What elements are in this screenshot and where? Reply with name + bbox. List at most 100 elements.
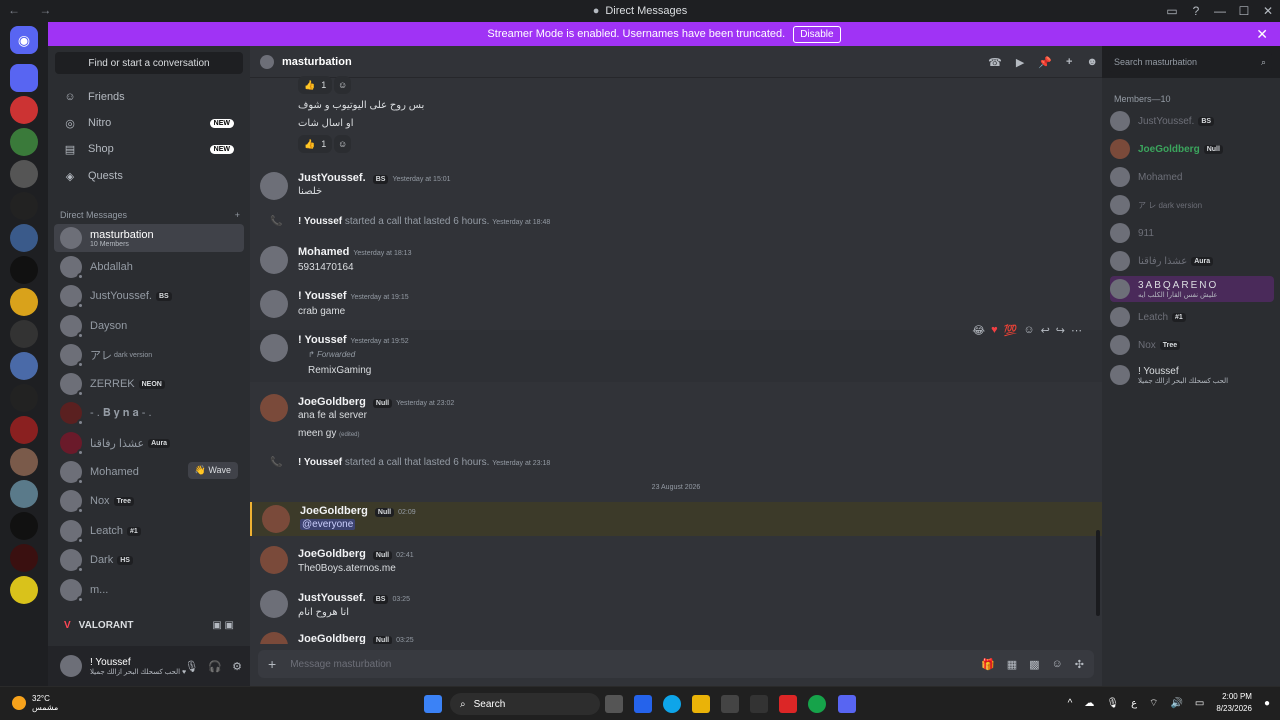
- pin-icon[interactable]: 📌: [1038, 56, 1052, 69]
- server-icon[interactable]: [10, 544, 38, 572]
- settings-icon[interactable]: ⚙: [232, 660, 242, 673]
- member-item[interactable]: 3ABQARENO عليش نفس القارا الكلب ايه: [1110, 276, 1274, 302]
- members-icon[interactable]: ☻: [1086, 56, 1098, 69]
- mention[interactable]: @everyone: [300, 519, 356, 530]
- add-attachment-icon[interactable]: +: [268, 656, 276, 672]
- dm-item[interactable]: Mohamed 👋 Wave: [54, 458, 244, 486]
- dm-item-masturbation[interactable]: masturbation 10 Members: [54, 224, 244, 252]
- sticker-icon[interactable]: ▩: [1029, 658, 1039, 671]
- disable-button[interactable]: Disable: [793, 25, 841, 43]
- history-nav[interactable]: ← →: [8, 3, 59, 17]
- server-icon[interactable]: [10, 320, 38, 348]
- find-conversation-input[interactable]: Find or start a conversation: [55, 52, 243, 74]
- network-icon[interactable]: ⌔: [1149, 697, 1158, 710]
- dm-item[interactable]: Dayson: [54, 312, 244, 340]
- copilot-icon[interactable]: [634, 695, 652, 713]
- member-item[interactable]: JoeGoldberg Null: [1110, 136, 1274, 162]
- clock[interactable]: 2:00 PM 8/23/2026: [1216, 691, 1252, 715]
- forward-icon[interactable]: ↪: [1056, 324, 1065, 337]
- avatar[interactable]: [260, 590, 288, 618]
- edge-icon[interactable]: [663, 695, 681, 713]
- apps-icon[interactable]: ✣: [1075, 658, 1084, 671]
- server-icon[interactable]: [10, 384, 38, 412]
- chrome-icon[interactable]: [808, 695, 826, 713]
- message-input[interactable]: + Message masturbation 🎁 ▦ ▩ ☺ ✣: [258, 650, 1094, 678]
- weather-widget[interactable]: 32°C مشمس: [12, 694, 58, 712]
- call-icon[interactable]: ☎: [988, 56, 1002, 69]
- minimize-button[interactable]: —: [1208, 4, 1232, 18]
- reply-icon[interactable]: ↩: [1041, 324, 1050, 337]
- taskbar-search[interactable]: ⌕ Search: [450, 693, 600, 715]
- mic-icon[interactable]: 🎙: [184, 660, 198, 673]
- server-icon[interactable]: [10, 192, 38, 220]
- app-icon[interactable]: [750, 695, 768, 713]
- avatar[interactable]: [260, 334, 288, 362]
- volume-icon[interactable]: 🔊: [1170, 698, 1182, 709]
- avatar[interactable]: [262, 505, 290, 533]
- add-friends-icon[interactable]: +: [1066, 56, 1072, 69]
- nav-nitro[interactable]: ◎ Nitro NEW: [54, 110, 244, 136]
- avatar[interactable]: [60, 655, 82, 677]
- server-icon[interactable]: [10, 416, 38, 444]
- video-icon[interactable]: ▶: [1016, 56, 1024, 69]
- avatar[interactable]: [260, 394, 288, 422]
- home-button[interactable]: ◉: [10, 26, 38, 54]
- cloud-icon[interactable]: ☁: [1084, 698, 1094, 709]
- discord-taskbar-icon[interactable]: [838, 695, 856, 713]
- reaction-pill[interactable]: 👍 1: [298, 135, 333, 153]
- server-icon[interactable]: [10, 448, 38, 476]
- member-item[interactable]: Mohamed: [1110, 164, 1274, 190]
- add-reaction-icon[interactable]: ☺: [334, 76, 352, 94]
- direct-messages-icon[interactable]: [10, 64, 38, 92]
- start-icon[interactable]: [424, 695, 442, 713]
- close-window-button[interactable]: ✕: [1256, 4, 1280, 18]
- wave-button[interactable]: 👋 Wave: [187, 462, 238, 479]
- server-icon[interactable]: [10, 128, 38, 156]
- server-icon[interactable]: [10, 480, 38, 508]
- dm-item[interactable]: Leatch #1: [54, 517, 244, 545]
- dm-item[interactable]: Dark HS: [54, 546, 244, 574]
- dm-item[interactable]: Nox Tree: [54, 487, 244, 515]
- file-explorer-icon[interactable]: [692, 695, 710, 713]
- laugh-reaction-icon[interactable]: 😂: [972, 324, 985, 337]
- server-icon[interactable]: [10, 512, 38, 540]
- member-item[interactable]: عشذا رفاقنا Aura: [1110, 248, 1274, 274]
- nav-shop[interactable]: ▤ Shop NEW: [54, 136, 244, 162]
- gift-icon[interactable]: 🎁: [981, 658, 995, 671]
- avatar[interactable]: [260, 290, 288, 318]
- dm-item[interactable]: - . 𝐁 𝐲 𝐧 𝐚 - .: [54, 399, 244, 427]
- member-item[interactable]: JustYoussef. BS: [1110, 108, 1274, 134]
- member-item[interactable]: Nox Tree: [1110, 332, 1274, 358]
- server-icon[interactable]: [10, 576, 38, 604]
- battery-icon[interactable]: ▭: [1195, 698, 1204, 709]
- server-icon[interactable]: [10, 352, 38, 380]
- server-icon[interactable]: [10, 96, 38, 124]
- mic-tray-icon[interactable]: 🎙: [1106, 698, 1119, 709]
- dm-item[interactable]: Abdallah: [54, 253, 244, 281]
- nav-quests[interactable]: ◈ Quests: [54, 163, 244, 189]
- headphones-icon[interactable]: 🎧: [208, 660, 222, 673]
- server-icon[interactable]: [10, 224, 38, 252]
- avatar[interactable]: [260, 546, 288, 574]
- help-icon[interactable]: ?: [1184, 4, 1208, 18]
- inbox-icon[interactable]: ▭: [1160, 4, 1184, 18]
- activity-controls-icon[interactable]: ▣ ▣: [212, 620, 234, 631]
- gif-icon[interactable]: ▦: [1007, 658, 1017, 671]
- chat-scrollbar[interactable]: [1096, 530, 1100, 616]
- taskview-icon[interactable]: [605, 695, 623, 713]
- store-icon[interactable]: [721, 695, 739, 713]
- member-item[interactable]: 911: [1110, 220, 1274, 246]
- server-icon[interactable]: [10, 160, 38, 188]
- reaction-pill[interactable]: 👍 1: [298, 76, 333, 94]
- more-icon[interactable]: ⋯: [1071, 324, 1082, 337]
- avatar[interactable]: [260, 172, 288, 200]
- member-item[interactable]: ! Youssef الحب كسحلك البحر ازالك جميلا: [1110, 362, 1274, 388]
- member-item[interactable]: Leatch #1: [1110, 304, 1274, 330]
- notification-icon[interactable]: ●: [1264, 698, 1270, 709]
- member-item[interactable]: ア レ dark version: [1110, 192, 1274, 218]
- dm-item[interactable]: アレ dark version: [54, 341, 244, 369]
- dm-item[interactable]: JustYoussef. BS: [54, 282, 244, 310]
- hundred-reaction-icon[interactable]: 💯: [1004, 324, 1018, 337]
- dm-item[interactable]: ZERREK NEON: [54, 370, 244, 398]
- maximize-button[interactable]: ☐: [1232, 4, 1256, 18]
